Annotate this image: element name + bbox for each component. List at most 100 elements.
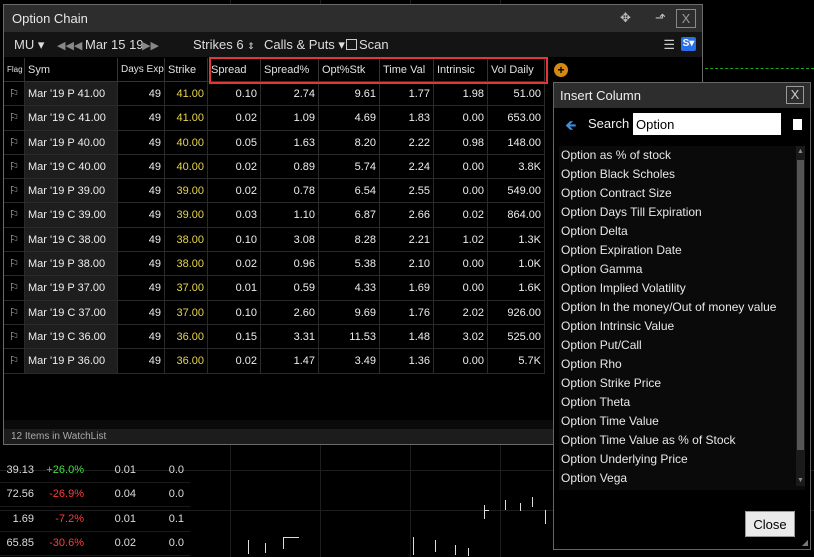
list-item[interactable]: Option Vega (559, 469, 805, 488)
strikes-stepper[interactable]: Strikes 6 ⇕ (193, 37, 255, 52)
list-item[interactable]: Option Theta (559, 393, 805, 412)
list-item[interactable]: Option Time Value (559, 412, 805, 431)
col-days-exp[interactable]: Days Exp (118, 58, 165, 81)
table-row[interactable]: ⚐ Mar '19 C 37.00 49 37.00 0.10 2.60 9.69 1.76 2… (4, 300, 545, 325)
back-arrow-icon[interactable]: 🡸 (565, 115, 576, 139)
cell-strike: 41.00 (165, 106, 208, 130)
list-item[interactable]: Option Days Till Expiration (559, 203, 805, 222)
table-row[interactable]: ⚐ Mar '19 C 40.00 49 40.00 0.02 0.89 5.74 2.24 0… (4, 154, 545, 180)
cell-sym: Mar '19 C 39.00 (25, 203, 118, 227)
symbol-selector[interactable]: MU ▾ (14, 37, 44, 53)
cell-spread-pct: 0.78 (261, 179, 319, 203)
expiration-date[interactable]: Mar 15 19 (85, 37, 144, 52)
s-badge-icon[interactable]: S▾ (681, 37, 696, 51)
list-scrollbar[interactable]: ▲ ▼ (796, 146, 805, 486)
calls-puts-selector[interactable]: Calls & Puts ▾ (264, 37, 345, 53)
table-row[interactable]: ⚐ Mar '19 P 40.00 49 40.00 0.05 1.63 8.20 2.22 0… (4, 130, 545, 155)
table-row[interactable]: ⚐ Mar '19 C 41.00 49 41.00 0.02 1.09 4.69 1.83 0… (4, 106, 545, 131)
flag-icon[interactable]: ⚐ (4, 82, 25, 106)
resize-grip-icon[interactable]: ◢ (802, 538, 808, 547)
list-item[interactable]: Option Gamma (559, 260, 805, 279)
option-chain-titlebar[interactable]: Option Chain ✥ ⬏ X (4, 5, 702, 32)
flag-icon[interactable]: ⚐ (4, 300, 25, 324)
cell-sym: Mar '19 P 39.00 (25, 179, 118, 203)
cell-spread: 0.10 (208, 300, 261, 324)
cell-sym: Mar '19 P 38.00 (25, 252, 118, 276)
list-item[interactable]: Option Strike Price (559, 374, 805, 393)
list-item[interactable]: Option Put/Call (559, 336, 805, 355)
cell-sym: Mar '19 C 37.00 (25, 300, 118, 324)
list-item[interactable]: Option Time Value as % of Stock (559, 431, 805, 450)
col-flag[interactable]: Flag (4, 58, 25, 81)
dialog-close-button[interactable]: X (786, 86, 804, 104)
flag-icon[interactable]: ⚐ (4, 227, 25, 252)
table-row[interactable]: ⚐ Mar '19 P 39.00 49 39.00 0.02 0.78 6.54 2.55 0… (4, 179, 545, 204)
col-spread-pct[interactable]: Spread% (261, 58, 319, 81)
col-spread[interactable]: Spread (208, 58, 261, 81)
list-item[interactable]: Option Black Scholes (559, 165, 805, 184)
flag-icon[interactable]: ⚐ (4, 130, 25, 154)
search-input[interactable] (633, 113, 781, 135)
search-toggle-icon[interactable] (793, 119, 802, 130)
list-item[interactable]: Option Implied Volatility (559, 279, 805, 298)
col-strike[interactable]: Strike (165, 58, 208, 81)
prev-date-arrows-icon[interactable]: ◀◀◀ (57, 39, 82, 52)
add-column-icon[interactable]: + (554, 63, 568, 77)
list-item[interactable]: Option Underlying Price (559, 450, 805, 469)
cell-time-val: 2.21 (380, 227, 434, 252)
window-title: Option Chain (12, 11, 88, 26)
table-row[interactable]: ⚐ Mar '19 P 41.00 49 41.00 0.10 2.74 9.61 1.77 1… (4, 82, 545, 107)
col-intrinsic[interactable]: Intrinsic (434, 58, 488, 81)
close-dialog-button[interactable]: Close (745, 511, 795, 537)
scroll-up-icon[interactable]: ▲ (796, 148, 805, 155)
cell-intrinsic: 2.02 (434, 300, 488, 324)
cell-days: 49 (118, 276, 165, 300)
col-time-val[interactable]: Time Val (380, 58, 434, 81)
scroll-thumb[interactable] (797, 160, 804, 450)
cell-days: 49 (118, 252, 165, 276)
table-row[interactable]: ⚐ Mar '19 P 37.00 49 37.00 0.01 0.59 4.33 1.69 0… (4, 276, 545, 301)
col-vol-daily[interactable]: Vol Daily (488, 58, 545, 81)
col-opt-stk[interactable]: Opt%Stk (319, 58, 380, 81)
menu-icon[interactable]: ☰ (663, 37, 675, 53)
table-row[interactable]: ⚐ Mar '19 C 39.00 49 39.00 0.03 1.10 6.87 2.66 0… (4, 203, 545, 228)
scroll-down-icon[interactable]: ▼ (796, 477, 805, 484)
list-item[interactable]: Option Expiration Date (559, 241, 805, 260)
cell-time-val: 1.76 (380, 300, 434, 324)
list-item[interactable]: Option Delta (559, 222, 805, 241)
cell-opt-stk: 8.20 (319, 130, 380, 154)
flag-icon[interactable]: ⚐ (4, 154, 25, 179)
cell-sym: Mar '19 C 38.00 (25, 227, 118, 252)
close-button[interactable]: X (676, 9, 696, 28)
table-row[interactable]: ⚐ Mar '19 P 36.00 49 36.00 0.02 1.47 3.49 1.36 0… (4, 349, 545, 374)
cell-intrinsic: 0.00 (434, 154, 488, 179)
flag-icon[interactable]: ⚐ (4, 252, 25, 276)
list-item[interactable]: Option Contract Size (559, 184, 805, 203)
list-item[interactable]: Option In the money/Out of money value (559, 298, 805, 317)
flag-icon[interactable]: ⚐ (4, 203, 25, 227)
list-item[interactable]: Option Rho (559, 355, 805, 374)
dialog-titlebar[interactable]: Insert Column X (554, 83, 810, 108)
cell-vol: 148.00 (488, 130, 545, 154)
list-item[interactable]: Option Intrinsic Value (559, 317, 805, 336)
flag-icon[interactable]: ⚐ (4, 276, 25, 300)
table-row[interactable]: ⚐ Mar '19 C 38.00 49 38.00 0.10 3.08 8.28 2.21 1… (4, 227, 545, 253)
cell-spread: 0.10 (208, 227, 261, 252)
cell-time-val: 1.36 (380, 349, 434, 373)
move-icon[interactable]: ✥ (620, 10, 631, 26)
flag-icon[interactable]: ⚐ (4, 179, 25, 203)
flag-icon[interactable]: ⚐ (4, 106, 25, 130)
col-sym[interactable]: Sym (25, 58, 118, 81)
pop-out-icon[interactable]: ⬏ (655, 10, 666, 26)
scan-checkbox[interactable]: Scan (346, 37, 389, 52)
cell-spread: 0.03 (208, 203, 261, 227)
table-row[interactable]: ⚐ Mar '19 C 36.00 49 36.00 0.15 3.31 11.53 1.48… (4, 324, 545, 350)
cell-vol: 3.8K (488, 154, 545, 179)
next-date-arrows-icon[interactable]: ▶▶ (142, 39, 159, 52)
flag-icon[interactable]: ⚐ (4, 324, 25, 349)
cell-time-val: 1.77 (380, 82, 434, 106)
table-row[interactable]: ⚐ Mar '19 P 38.00 49 38.00 0.02 0.96 5.38 2.10 0… (4, 252, 545, 277)
list-item[interactable]: Option as % of stock (559, 146, 805, 165)
flag-icon[interactable]: ⚐ (4, 349, 25, 373)
cell-vol: 926.00 (488, 300, 545, 324)
